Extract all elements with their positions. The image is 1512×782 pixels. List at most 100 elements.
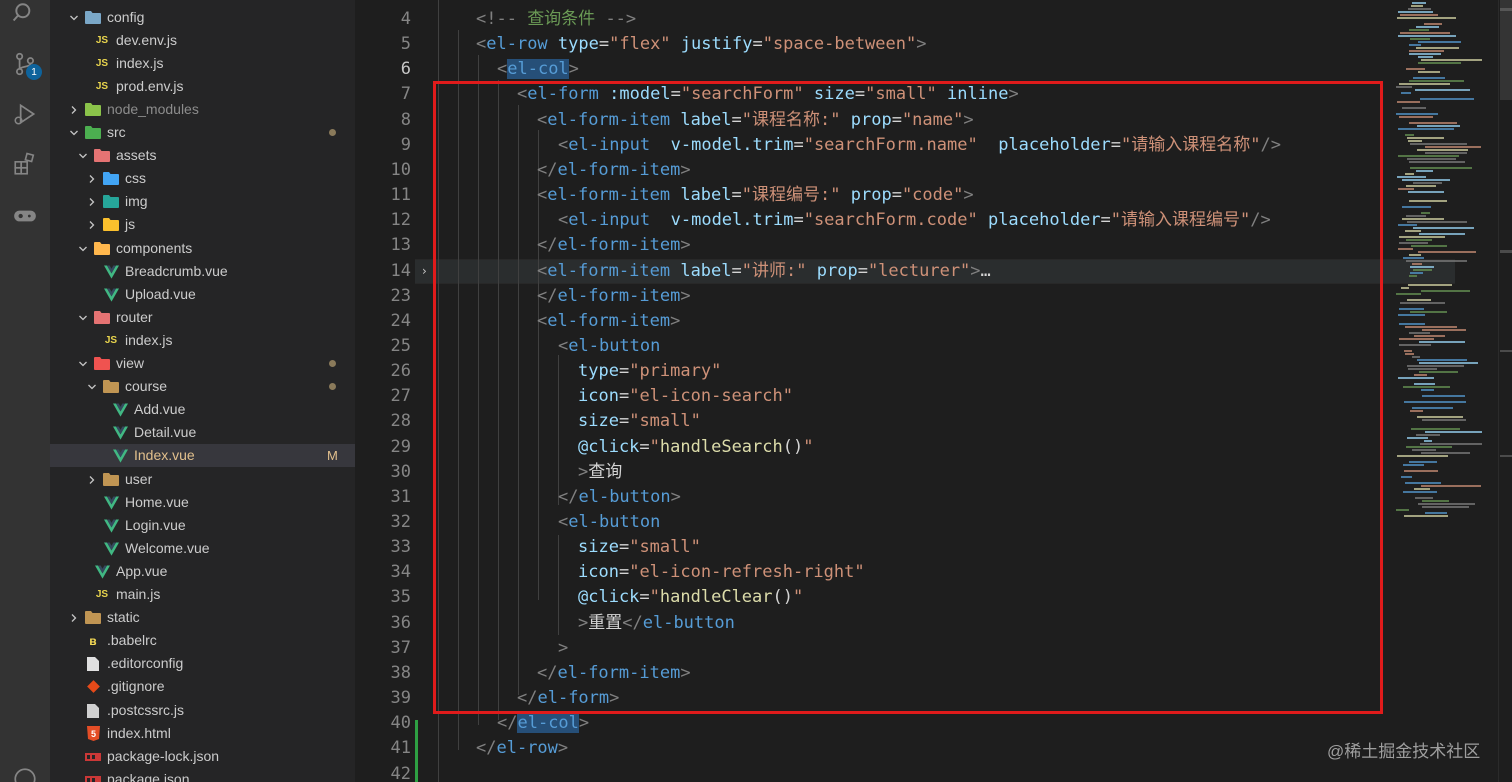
code-line[interactable]: <el-col> [497,57,579,82]
tree-file[interactable]: Upload.vue [50,283,355,306]
minimap[interactable] [1392,0,1492,782]
minimap-line [1411,245,1447,247]
tree-folder[interactable]: src [50,121,355,144]
line-number: 13 [390,235,411,255]
minimap-line [1408,191,1444,193]
tree-file[interactable]: ʙ .babelrc [50,629,355,652]
tree-file[interactable]: Index.vue M [50,444,355,467]
chevron-down-icon[interactable] [76,149,90,163]
minimap-line [1419,233,1465,235]
tree-folder[interactable]: static [50,606,355,629]
js-file-icon: JS [95,81,109,92]
tree-folder[interactable]: config [50,6,355,29]
tree-item-label: Upload.vue [125,286,196,302]
minimap-line [1410,410,1423,412]
tree-folder[interactable]: router [50,306,355,329]
minimap-line [1407,299,1431,301]
tree-file[interactable]: 5 index.html [50,722,355,745]
tree-file[interactable]: App.vue [50,560,355,583]
chevron-right-icon[interactable] [85,172,99,186]
modified-dot [329,383,336,390]
tree-folder[interactable]: course [50,375,355,398]
minimap-line [1399,308,1424,310]
tree-folder[interactable]: assets [50,144,355,167]
chevron-down-icon[interactable] [67,126,81,140]
tree-file[interactable]: Add.vue [50,398,355,421]
run-debug-icon[interactable] [11,100,39,128]
tree-item-label: Detail.vue [134,424,197,440]
tree-file[interactable]: Detail.vue [50,421,355,444]
code-token: = [752,34,763,54]
tree-file[interactable]: Login.vue [50,514,355,537]
tree-file[interactable]: JS main.js [50,583,355,606]
minimap-line [1396,86,1412,88]
tree-file[interactable]: .postcssrc.js [50,699,355,722]
code-line[interactable]: </el-row> [476,736,568,761]
tree-file[interactable]: .editorconfig [50,652,355,675]
vue-file-icon [94,564,110,580]
line-number: 12 [390,210,411,230]
minimap-line [1397,455,1448,457]
code-line[interactable]: </el-col> [497,711,589,736]
chevron-right-icon[interactable] [85,473,99,487]
chevron-down-icon[interactable] [76,357,90,371]
folder-icon [103,379,119,395]
folder-js-icon [103,217,119,233]
chevron-right-icon[interactable] [67,103,81,117]
minimap-line [1396,509,1409,511]
tree-folder[interactable]: components [50,237,355,260]
tree-file[interactable]: JS index.js [50,329,355,352]
extensions-icon[interactable] [11,150,39,178]
chevron-down-icon[interactable] [67,11,81,25]
line-number: 4 [400,9,411,29]
line-number: 29 [390,437,411,457]
tree-folder[interactable]: css [50,167,355,190]
git-file-icon [85,679,101,695]
chevron-down-icon[interactable] [85,380,99,394]
folder-src-icon [85,125,101,141]
code-editor[interactable]: 4 5 6 7 8 9 10 11 12 13 14 23 24 25 26 27 28 29 30 31 32 33 34… [355,0,1512,782]
chevron-right-icon[interactable] [85,218,99,232]
tree-file[interactable]: JS index.js [50,52,355,75]
tree-file[interactable]: JS dev.env.js [50,29,355,52]
tree-file[interactable]: Home.vue [50,491,355,514]
tree-file[interactable]: package-lock.json [50,745,355,768]
account-icon[interactable] [11,765,39,782]
minimap-line [1416,434,1440,436]
code-line[interactable]: <el-row type="flex" justify="space-betwe… [476,32,926,57]
code-line[interactable]: <!-- 查询条件 --> [476,7,636,32]
chevron-down-icon[interactable] [76,311,90,325]
vertical-scrollbar[interactable] [1498,0,1512,782]
minimap-line [1413,269,1432,271]
tree-file[interactable]: .gitignore [50,675,355,698]
fold-chevron-icon[interactable]: › [422,264,427,278]
tree-folder[interactable]: js [50,213,355,236]
minimap-line [1416,47,1459,49]
minimap-line [1418,251,1476,253]
tree-folder[interactable]: view [50,352,355,375]
chevron-right-icon[interactable] [85,195,99,209]
minimap-line [1413,227,1474,229]
folder-images-icon [103,194,119,210]
tree-file[interactable]: Welcome.vue [50,537,355,560]
search-icon[interactable] [11,0,39,28]
tree-item-label: Breadcrumb.vue [125,263,228,279]
tree-folder[interactable]: img [50,190,355,213]
tree-file[interactable]: Breadcrumb.vue [50,260,355,283]
npm-file-icon [85,772,101,782]
chevron-right-icon[interactable] [67,611,81,625]
code-token: justify [680,34,753,54]
tree-folder[interactable]: user [50,468,355,491]
scrollbar-thumb[interactable] [1500,0,1512,100]
line-number: 10 [390,160,411,180]
remote-icon[interactable] [11,202,39,230]
tree-file[interactable]: JS prod.env.js [50,75,355,98]
chevron-down-icon[interactable] [76,242,90,256]
line-number: 34 [390,562,411,582]
tree-folder[interactable]: node_modules [50,98,355,121]
code-token: > [557,738,569,758]
tree-file[interactable]: package.json [50,768,355,782]
